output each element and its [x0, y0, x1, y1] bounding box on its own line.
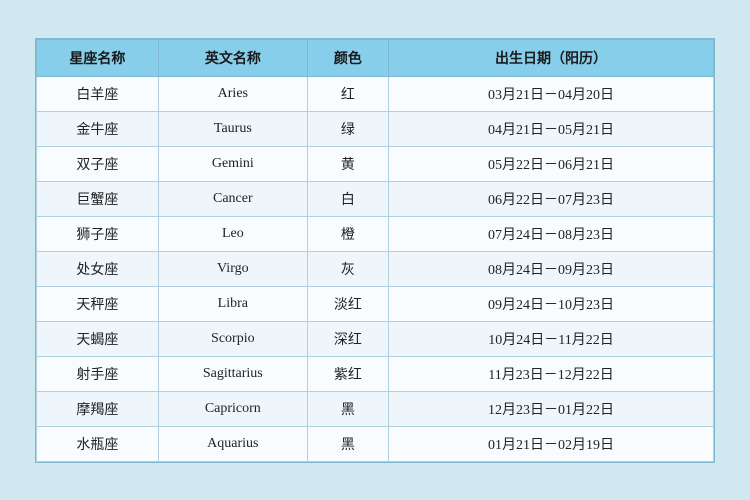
cell-date: 12月23日－01月22日: [389, 391, 714, 426]
cell-en: Gemini: [158, 146, 307, 181]
header-cn: 星座名称: [37, 39, 159, 76]
cell-date: 05月22日－06月21日: [389, 146, 714, 181]
cell-date: 09月24日－10月23日: [389, 286, 714, 321]
table-row: 水瓶座Aquarius黑01月21日－02月19日: [37, 426, 714, 461]
cell-en: Aquarius: [158, 426, 307, 461]
table-row: 天蝎座Scorpio深红10月24日－11月22日: [37, 321, 714, 356]
cell-date: 04月21日－05月21日: [389, 111, 714, 146]
cell-date: 07月24日－08月23日: [389, 216, 714, 251]
cell-cn: 天蝎座: [37, 321, 159, 356]
cell-color: 黄: [307, 146, 388, 181]
cell-date: 10月24日－11月22日: [389, 321, 714, 356]
table-row: 双子座Gemini黄05月22日－06月21日: [37, 146, 714, 181]
cell-date: 06月22日－07月23日: [389, 181, 714, 216]
cell-date: 08月24日－09月23日: [389, 251, 714, 286]
cell-color: 黑: [307, 426, 388, 461]
table-row: 天秤座Libra淡红09月24日－10月23日: [37, 286, 714, 321]
cell-date: 01月21日－02月19日: [389, 426, 714, 461]
table-row: 处女座Virgo灰08月24日－09月23日: [37, 251, 714, 286]
header-color: 颜色: [307, 39, 388, 76]
cell-cn: 摩羯座: [37, 391, 159, 426]
table-row: 狮子座Leo橙07月24日－08月23日: [37, 216, 714, 251]
cell-color: 黑: [307, 391, 388, 426]
cell-color: 深红: [307, 321, 388, 356]
table-row: 白羊座Aries红03月21日－04月20日: [37, 76, 714, 111]
cell-date: 03月21日－04月20日: [389, 76, 714, 111]
cell-en: Libra: [158, 286, 307, 321]
zodiac-table: 星座名称 英文名称 颜色 出生日期（阳历） 白羊座Aries红03月21日－04…: [36, 39, 714, 462]
cell-cn: 巨蟹座: [37, 181, 159, 216]
table-row: 摩羯座Capricorn黑12月23日－01月22日: [37, 391, 714, 426]
cell-cn: 金牛座: [37, 111, 159, 146]
header-en: 英文名称: [158, 39, 307, 76]
cell-color: 紫红: [307, 356, 388, 391]
cell-cn: 水瓶座: [37, 426, 159, 461]
cell-en: Scorpio: [158, 321, 307, 356]
cell-en: Sagittarius: [158, 356, 307, 391]
cell-color: 绿: [307, 111, 388, 146]
cell-en: Cancer: [158, 181, 307, 216]
header-date: 出生日期（阳历）: [389, 39, 714, 76]
table-row: 射手座Sagittarius紫红11月23日－12月22日: [37, 356, 714, 391]
cell-en: Aries: [158, 76, 307, 111]
cell-cn: 天秤座: [37, 286, 159, 321]
cell-en: Leo: [158, 216, 307, 251]
table-row: 金牛座Taurus绿04月21日－05月21日: [37, 111, 714, 146]
cell-en: Taurus: [158, 111, 307, 146]
cell-cn: 处女座: [37, 251, 159, 286]
cell-color: 淡红: [307, 286, 388, 321]
cell-en: Virgo: [158, 251, 307, 286]
table-row: 巨蟹座Cancer白06月22日－07月23日: [37, 181, 714, 216]
table-header-row: 星座名称 英文名称 颜色 出生日期（阳历）: [37, 39, 714, 76]
cell-cn: 射手座: [37, 356, 159, 391]
zodiac-table-container: 星座名称 英文名称 颜色 出生日期（阳历） 白羊座Aries红03月21日－04…: [35, 38, 715, 463]
cell-color: 橙: [307, 216, 388, 251]
cell-en: Capricorn: [158, 391, 307, 426]
cell-color: 灰: [307, 251, 388, 286]
cell-color: 白: [307, 181, 388, 216]
cell-cn: 狮子座: [37, 216, 159, 251]
cell-cn: 双子座: [37, 146, 159, 181]
cell-cn: 白羊座: [37, 76, 159, 111]
cell-date: 11月23日－12月22日: [389, 356, 714, 391]
cell-color: 红: [307, 76, 388, 111]
